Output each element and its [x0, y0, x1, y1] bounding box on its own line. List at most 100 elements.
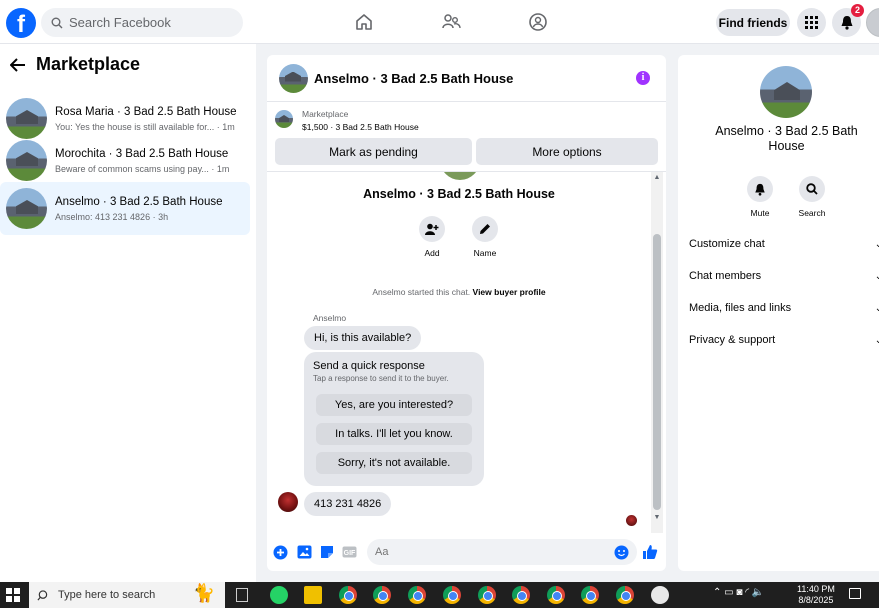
quick-response-button[interactable]: Sorry, it's not available.: [316, 452, 472, 474]
find-friends-button[interactable]: Find friends: [716, 9, 790, 36]
search-box[interactable]: [41, 8, 243, 37]
chrome-icon[interactable]: [581, 586, 599, 604]
sender-name: Anselmo: [313, 313, 347, 323]
cat-icon: 🐈: [192, 583, 215, 603]
quick-response-subtitle: Tap a response to send it to the buyer.: [313, 374, 449, 383]
back-arrow-icon[interactable]: [10, 57, 26, 72]
message-bubble[interactable]: Hi, is this available?: [304, 326, 422, 350]
add-button[interactable]: Add: [412, 216, 452, 258]
quick-response-button[interactable]: Yes, are you interested?: [316, 394, 472, 416]
facebook-logo[interactable]: f: [6, 8, 36, 38]
message-input[interactable]: [375, 546, 595, 558]
menu-grid-icon[interactable]: [797, 8, 826, 37]
gif-icon[interactable]: GIF: [341, 544, 357, 560]
row-label: Media, files and links: [689, 302, 792, 314]
chat-avatar[interactable]: [279, 63, 308, 93]
chrome-icon[interactable]: [478, 586, 496, 604]
conversation-name: Morochita · 3 Bad 2.5 Bath House: [55, 147, 229, 160]
mute-label: Mute: [750, 208, 770, 218]
chat-window: Anselmo · 3 Bad 2.5 Bath House i Marketp…: [267, 55, 666, 571]
message-list: Anselmo · 3 Bad 2.5 Bath House Add Name …: [267, 172, 666, 533]
customize-chat-row[interactable]: Customize chat ⌄: [689, 234, 879, 254]
conversation-item-active[interactable]: Anselmo · 3 Bad 2.5 Bath House Anselmo: …: [0, 182, 250, 235]
chrome-icon[interactable]: [339, 586, 357, 604]
magnifier-icon: [806, 183, 818, 195]
groups-icon[interactable]: [526, 10, 550, 34]
chevron-down-icon: ⌄: [874, 302, 879, 314]
quick-response-title: Send a quick response: [313, 360, 425, 372]
taskbar-search-text: Type here to search: [58, 589, 156, 601]
sidebar-header: Marketplace: [10, 54, 140, 75]
conversation-preview: You: Yes the house is still available fo…: [55, 121, 235, 132]
home-icon[interactable]: [352, 10, 376, 34]
more-options-button[interactable]: More options: [476, 138, 658, 165]
profile-avatar[interactable]: [866, 8, 879, 37]
chat-members-row[interactable]: Chat members ⌄: [689, 266, 879, 286]
chevron-down-icon: ⌄: [874, 334, 879, 346]
scroll-down-arrow-icon[interactable]: ▼: [653, 514, 661, 521]
top-navigation-bar: f Find friends 2: [0, 0, 879, 44]
chrome-icon[interactable]: [512, 586, 530, 604]
add-person-icon: [425, 223, 439, 235]
notification-center-icon[interactable]: [849, 588, 861, 599]
search-icon: [37, 589, 48, 600]
mark-as-pending-button[interactable]: Mark as pending: [275, 138, 472, 165]
chat-details-panel: Anselmo · 3 Bad 2.5 Bath House Mute Sear…: [678, 55, 879, 571]
media-files-links-row[interactable]: Media, files and links ⌄: [689, 298, 879, 318]
system-tray[interactable]: ⌃ ▭ ◙ ◜ 🔈: [713, 587, 764, 598]
row-label: Customize chat: [689, 238, 765, 250]
message-input-box[interactable]: [367, 539, 637, 565]
scroll-up-arrow-icon[interactable]: ▲: [653, 174, 661, 181]
message-bubble[interactable]: 413 231 4826: [304, 492, 392, 516]
listing-price[interactable]: $1,500 · 3 Bad 2.5 Bath House: [302, 122, 419, 132]
chrome-icon[interactable]: [373, 586, 391, 604]
plus-circle-icon[interactable]: [272, 544, 288, 560]
task-view-icon[interactable]: [236, 588, 248, 602]
app-icon[interactable]: [651, 586, 669, 604]
listing-thumbnail: [6, 140, 47, 181]
windows-start-icon[interactable]: [6, 588, 20, 602]
file-explorer-icon[interactable]: [304, 586, 322, 604]
listing-source: Marketplace: [302, 109, 349, 119]
info-icon[interactable]: i: [636, 71, 650, 85]
listing-thumbnail[interactable]: [275, 110, 293, 128]
emoji-icon[interactable]: [613, 544, 629, 560]
message-scrollbar[interactable]: ▲ ▼: [651, 172, 663, 533]
conversation-preview: Anselmo: 413 231 4826 · 3h: [55, 211, 169, 222]
chrome-icon[interactable]: [547, 586, 565, 604]
chevron-down-icon: ⌄: [874, 238, 879, 250]
conversation-preview: Beware of common scams using pay... · 1m: [55, 163, 230, 174]
chrome-icon[interactable]: [408, 586, 426, 604]
chat-title[interactable]: Anselmo · 3 Bad 2.5 Bath House: [314, 71, 513, 86]
thumbs-up-icon[interactable]: [642, 544, 658, 560]
marketplace-sidebar: Marketplace Rosa Maria · 3 Bad 2.5 Bath …: [0, 44, 256, 582]
chrome-icon[interactable]: [616, 586, 634, 604]
quick-response-card: Send a quick response Tap a response to …: [304, 352, 484, 486]
scrollbar-thumb[interactable]: [653, 234, 661, 510]
conversation-item[interactable]: Morochita · 3 Bad 2.5 Bath House Beware …: [0, 134, 250, 187]
quick-response-button[interactable]: In talks. I'll let you know.: [316, 423, 472, 445]
sticker-icon[interactable]: [319, 544, 335, 560]
taskbar-clock[interactable]: 11:40 PM 8/8/2025: [797, 584, 835, 606]
buyer-avatar-small[interactable]: [278, 492, 298, 512]
friends-icon[interactable]: [439, 10, 463, 34]
whatsapp-icon[interactable]: [270, 586, 288, 604]
mute-button[interactable]: Mute: [740, 176, 780, 218]
clock-time: 11:40 PM: [797, 584, 835, 594]
message-composer: GIF: [267, 535, 666, 571]
started-text: Anselmo started this chat.: [372, 287, 471, 297]
details-avatar[interactable]: [760, 66, 812, 118]
conversation-heading: Anselmo · 3 Bad 2.5 Bath House: [363, 187, 555, 201]
photo-icon[interactable]: [296, 544, 312, 560]
chrome-icon[interactable]: [443, 586, 461, 604]
search-input[interactable]: [69, 15, 219, 30]
name-button[interactable]: Name: [465, 216, 505, 258]
chat-header: Anselmo · 3 Bad 2.5 Bath House i: [267, 55, 666, 102]
taskbar-search[interactable]: Type here to search 🐈: [29, 582, 225, 608]
clock-date: 8/8/2025: [798, 595, 834, 605]
search-chat-button[interactable]: Search: [792, 176, 832, 218]
row-label: Chat members: [689, 270, 762, 282]
privacy-support-row[interactable]: Privacy & support ⌄: [689, 330, 879, 350]
buyer-avatar: [440, 172, 480, 180]
view-buyer-profile-link[interactable]: View buyer profile: [473, 287, 546, 297]
